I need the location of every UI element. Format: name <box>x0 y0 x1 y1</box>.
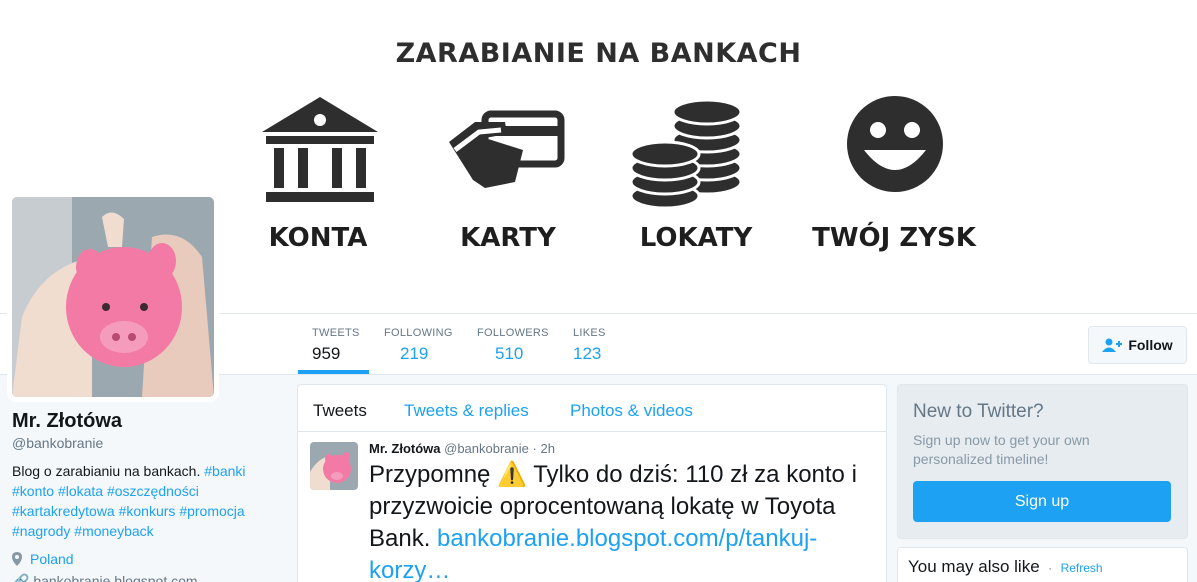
tweet-separator: · <box>532 441 537 456</box>
warning-icon: ⚠️ <box>497 461 527 488</box>
refresh-link[interactable]: Refresh <box>1061 561 1103 575</box>
banner-label-lokaty: LOKATY <box>639 223 753 253</box>
link-text: bankobranie.blogspot.com <box>33 573 198 582</box>
also-like-separator: · <box>1048 561 1053 575</box>
bio-hashtag[interactable]: #banki <box>204 463 245 479</box>
follow-button[interactable]: Follow <box>1088 326 1187 364</box>
stat-label: FOLLOWERS <box>477 327 549 339</box>
bio-hashtag[interactable]: #promocja <box>179 503 244 519</box>
timeline-tabs: Tweets Tweets & replies Photos & videos <box>298 385 886 432</box>
also-like-title: You may also like <box>908 557 1040 576</box>
smiley-icon <box>800 92 990 202</box>
profile-name[interactable]: Mr. Złotówa <box>12 410 282 433</box>
tab-photos-videos[interactable]: Photos & videos <box>570 401 693 421</box>
signup-title: New to Twitter? <box>913 401 1044 422</box>
card-hand-icon <box>410 92 600 202</box>
tab-tweets[interactable]: Tweets <box>313 401 367 421</box>
banner-label-konta: KONTA <box>268 223 368 253</box>
tab-tweets-replies[interactable]: Tweets & replies <box>404 401 529 421</box>
profile-avatar[interactable] <box>7 192 219 402</box>
banner-label-karty: KARTY <box>460 223 556 253</box>
location-pin-icon <box>12 552 22 566</box>
follow-label: Follow <box>1128 337 1173 353</box>
tweet-link[interactable]: bankobranie.blogspot.com/p/tankuj-korzy… <box>369 525 817 582</box>
profile-card: Mr. Złotówa @bankobranie Blog o zarabian… <box>12 410 282 582</box>
bank-icon <box>225 92 415 207</box>
stat-following[interactable]: FOLLOWING 219 <box>384 327 453 364</box>
banner-label-zysk: TWÓJ ZYSK <box>812 223 976 253</box>
profile-link[interactable]: 🔗 bankobranie.blogspot.com <box>12 573 282 582</box>
stat-label: LIKES <box>573 327 606 339</box>
location-text: Poland <box>30 551 74 567</box>
tweet-author-name[interactable]: Mr. Złotówa <box>369 441 441 456</box>
stat-value: 959 <box>312 344 341 363</box>
tweet-text: Przypomnę ⚠️ Tylko do dziś: 110 zł za ko… <box>369 459 874 582</box>
bio-hashtag[interactable]: #nagrody <box>12 523 70 539</box>
bio-hashtag[interactable]: #oszczędności <box>107 483 199 499</box>
timeline: Tweets Tweets & replies Photos & videos … <box>297 384 887 582</box>
stat-followers[interactable]: FOLLOWERS 510 <box>477 327 549 364</box>
profile-bio: Blog o zarabianiu na bankach. #banki #ko… <box>12 461 262 541</box>
tweet-author-handle[interactable]: @bankobranie <box>444 441 529 456</box>
stat-likes[interactable]: LIKES 123 <box>573 327 606 364</box>
tweet-header: Mr. Złotówa @bankobranie · 2h <box>369 441 555 456</box>
add-user-icon <box>1102 338 1123 352</box>
active-stat-underline <box>298 370 369 374</box>
bio-text: Blog o zarabianiu na bankach. <box>12 463 201 479</box>
link-icon: 🔗 <box>12 573 34 582</box>
signup-text: Sign up now to get your own personalized… <box>913 432 1090 467</box>
bio-hashtag[interactable]: #lokata <box>58 483 103 499</box>
you-may-also-like: You may also like · Refresh <box>897 547 1188 582</box>
tweet-avatar[interactable] <box>310 442 358 490</box>
signup-button[interactable]: Sign up <box>913 481 1171 522</box>
stat-value: 219 <box>400 344 429 363</box>
banner-title: ZARABIANIE NA BANKACH <box>395 38 802 69</box>
tweet-text-start: Przypomnę <box>369 461 491 488</box>
bio-hashtag[interactable]: #konkurs <box>119 503 176 519</box>
tweet-time[interactable]: 2h <box>540 441 554 456</box>
stat-value: 123 <box>573 344 602 363</box>
bio-hashtag[interactable]: #kartakredytowa <box>12 503 115 519</box>
bio-hashtag[interactable]: #konto <box>12 483 54 499</box>
bio-hashtag[interactable]: #moneyback <box>74 523 153 539</box>
stat-label: TWEETS <box>312 327 360 339</box>
profile-location[interactable]: Poland <box>12 551 282 567</box>
stat-value: 510 <box>495 344 524 363</box>
coins-icon <box>592 92 782 210</box>
signup-card: New to Twitter? Sign up now to get your … <box>897 384 1188 539</box>
stat-tweets[interactable]: TWEETS 959 <box>312 327 360 364</box>
stat-label: FOLLOWING <box>384 327 453 339</box>
profile-handle[interactable]: @bankobranie <box>12 435 282 451</box>
